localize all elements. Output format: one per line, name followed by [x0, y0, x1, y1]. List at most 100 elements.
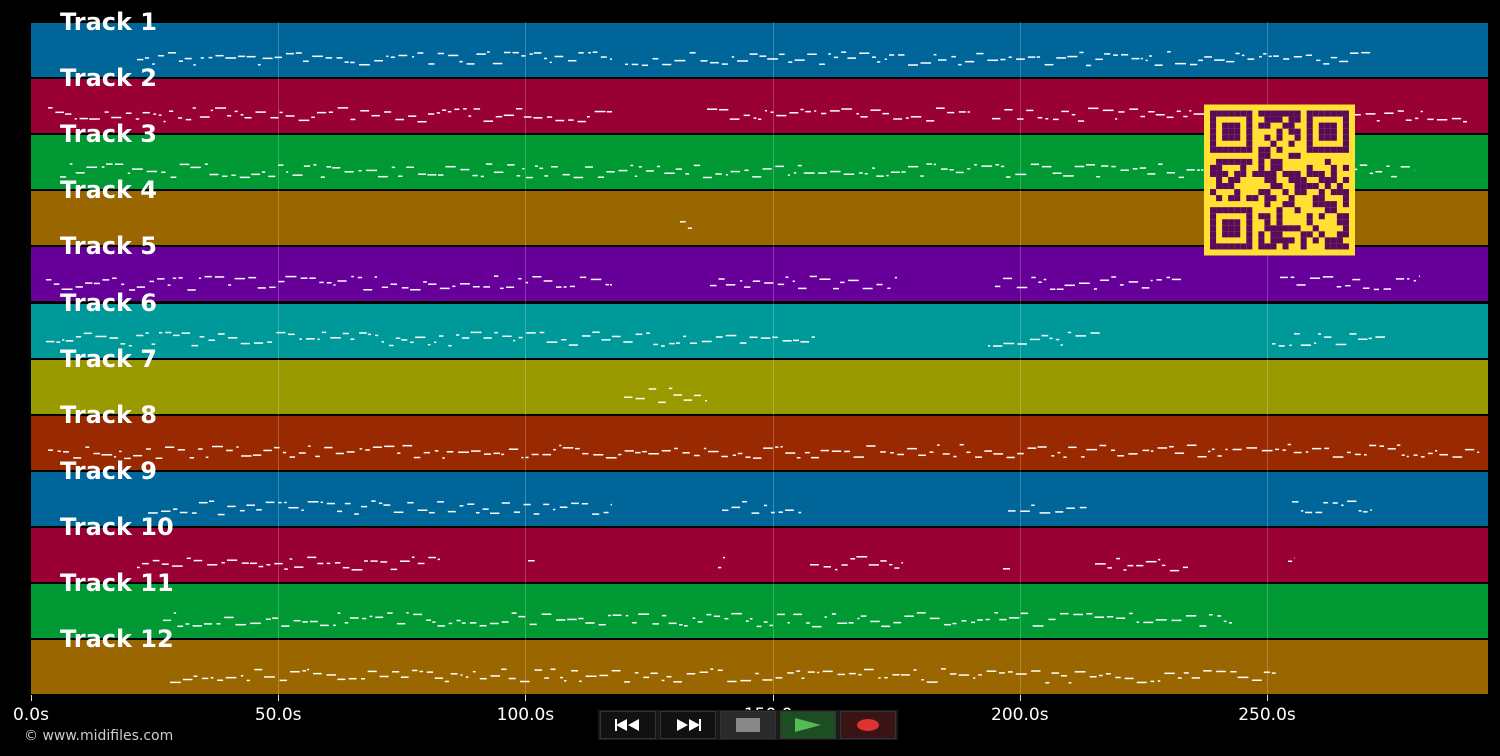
- note-event: [1100, 279, 1109, 282]
- note-event: [333, 284, 336, 286]
- track-label: Track 8: [60, 400, 158, 429]
- qr-module: [1330, 201, 1337, 208]
- qr-module: [1240, 164, 1247, 171]
- note-event: [415, 336, 426, 339]
- fast-forward-button[interactable]: [660, 711, 716, 739]
- note-event: [413, 613, 423, 616]
- note-event: [800, 108, 804, 111]
- note-event: [1183, 672, 1189, 674]
- note-event: [951, 55, 956, 58]
- qr-module: [1264, 116, 1271, 123]
- note-event: [458, 451, 469, 453]
- note-event: [564, 680, 567, 682]
- note-event: [62, 339, 65, 341]
- note-event: [1045, 118, 1049, 120]
- qr-module: [1342, 128, 1349, 135]
- qr-module: [1210, 225, 1217, 232]
- note-event: [1049, 288, 1056, 291]
- note-event: [468, 115, 472, 117]
- note-event: [864, 172, 868, 175]
- note-event: [544, 175, 549, 177]
- qr-module: [1258, 189, 1265, 196]
- note-event: [550, 668, 556, 671]
- note-event: [65, 340, 74, 342]
- copyright-text: © www.midifiles.com: [24, 728, 174, 744]
- note-event: [1451, 117, 1462, 120]
- record-button[interactable]: [840, 711, 896, 739]
- qr-module: [1276, 225, 1283, 232]
- note-event: [897, 453, 904, 456]
- note-event: [606, 171, 615, 173]
- track-label: Track 10: [60, 512, 174, 541]
- note-event: [775, 677, 783, 679]
- qr-module: [1288, 225, 1295, 232]
- note-event: [1193, 113, 1205, 115]
- play-button[interactable]: [780, 711, 836, 739]
- note-event: [1420, 456, 1425, 458]
- note-event: [434, 450, 439, 452]
- rewind-button[interactable]: [600, 711, 656, 739]
- note-event: [568, 119, 574, 121]
- qr-module: [1342, 243, 1349, 250]
- note-event: [782, 340, 792, 342]
- qr-module: [1306, 122, 1313, 129]
- note-event: [192, 625, 202, 627]
- note-event: [749, 336, 758, 339]
- qr-module: [1228, 183, 1235, 190]
- note-event: [1154, 64, 1163, 66]
- note-event: [256, 509, 262, 511]
- qr-module: [1330, 189, 1337, 196]
- note-event: [427, 113, 435, 115]
- note-event: [198, 277, 202, 280]
- qr-module: [1294, 116, 1301, 123]
- note-event: [1045, 681, 1050, 684]
- qr-module: [1324, 237, 1331, 244]
- note-event: [523, 503, 531, 506]
- note-event: [121, 283, 125, 286]
- note-event: [975, 456, 983, 458]
- qr-code-icon[interactable]: [1204, 104, 1355, 256]
- note-event: [46, 278, 52, 281]
- note-event: [751, 512, 760, 514]
- note-event: [1361, 51, 1371, 54]
- note-event: [949, 169, 954, 171]
- note-event: [401, 339, 408, 341]
- note-event: [759, 55, 767, 57]
- note-event: [526, 332, 536, 334]
- note-event: [818, 172, 827, 174]
- note-event: [798, 511, 802, 514]
- note-event: [685, 173, 690, 175]
- note-event: [274, 562, 283, 565]
- note-event: [501, 502, 510, 504]
- note-event: [1145, 59, 1148, 62]
- note-event: [755, 672, 759, 675]
- note-event: [483, 286, 491, 288]
- qr-module: [1330, 207, 1337, 214]
- note-event: [792, 280, 795, 283]
- note-event: [708, 450, 719, 453]
- note-event: [544, 677, 550, 679]
- note-event: [359, 63, 370, 66]
- note-event: [794, 59, 805, 61]
- note-event: [344, 502, 351, 505]
- play-icon: [795, 718, 821, 732]
- note-event: [772, 336, 778, 339]
- note-event: [669, 342, 675, 345]
- note-event: [967, 168, 971, 170]
- note-event: [1027, 56, 1036, 58]
- track-label: Track 7: [60, 344, 158, 373]
- note-event: [820, 449, 829, 452]
- note-event: [652, 623, 659, 625]
- qr-module: [1258, 231, 1265, 238]
- note-event: [86, 166, 98, 168]
- note-event: [437, 501, 444, 503]
- qr-module: [1258, 158, 1265, 165]
- qr-module: [1282, 189, 1289, 196]
- qr-module: [1246, 207, 1253, 214]
- note-event: [731, 56, 735, 58]
- note-event: [837, 622, 848, 625]
- note-event: [992, 117, 1001, 120]
- transport-controls: [598, 710, 898, 740]
- stop-button[interactable]: [720, 711, 776, 739]
- note-event: [1071, 113, 1076, 116]
